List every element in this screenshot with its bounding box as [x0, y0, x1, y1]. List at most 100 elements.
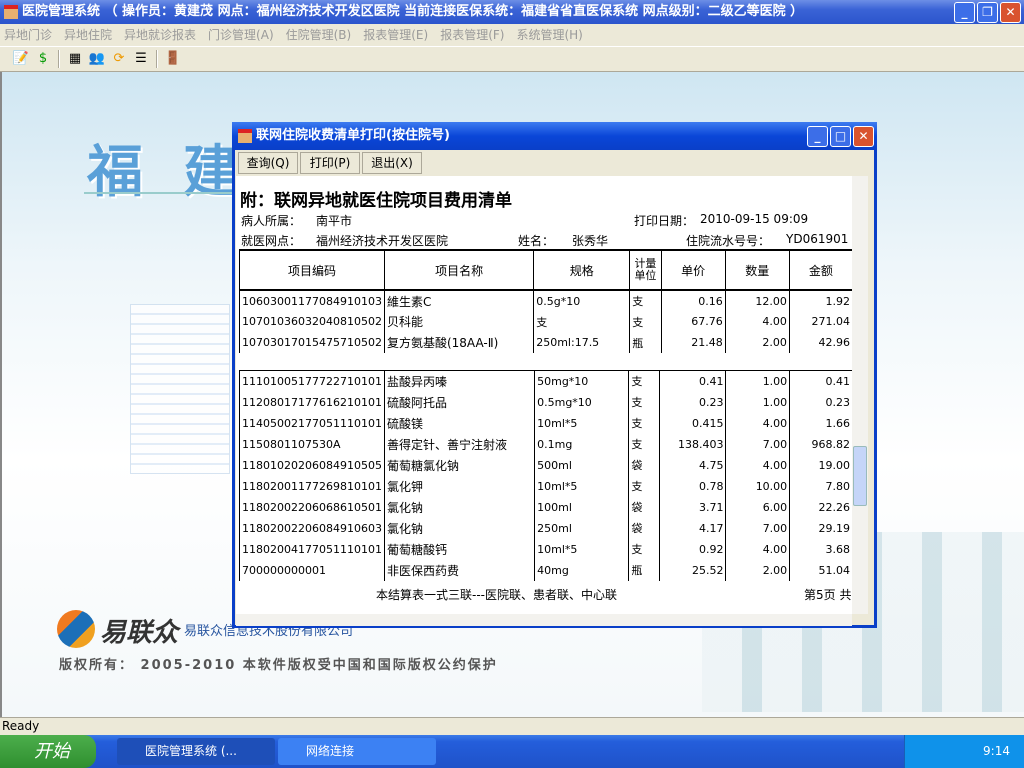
table-row: 11801020206084910505 葡萄糖氯化钠 500ml 袋 4.75 4.00… [239, 454, 852, 476]
table-cell: 0.16 [660, 290, 726, 311]
copyright: 版权所有： 2005-2010 本软件版权受中国和国际版权公约保护 [59, 658, 498, 673]
table-cell: 10703017015475710502 [239, 332, 385, 353]
table-cell: 100ml [534, 496, 629, 518]
table-cell: 11802002206084910603 [239, 517, 385, 539]
taskbar-item-hospital[interactable]: 医院管理系统 (... [117, 738, 275, 765]
table-cell: 50mg*10 [534, 370, 629, 392]
table-cell: 4.00 [725, 454, 790, 476]
menu-item[interactable]: 异地就诊报表 [124, 24, 196, 46]
table-cell: 500ml [534, 454, 629, 476]
table-row: 700000000001 非医保西药费 40mg 瓶 25.52 2.00 51.04 [239, 559, 852, 581]
minimize-button[interactable]: _ [807, 126, 828, 147]
table-cell: 42.96 [788, 332, 852, 353]
table-cell: 19.00 [789, 454, 852, 476]
calculator-icon[interactable]: ▦ [66, 50, 84, 68]
table-cell: 3.68 [789, 538, 852, 560]
system-tray: 9:14 [904, 735, 1024, 768]
table-row: 11802002206084910603 氯化钠 250ml 袋 4.17 7.00 29.… [239, 517, 852, 539]
table-cell: 袋 [628, 517, 660, 539]
scroll-thumb[interactable] [853, 446, 867, 506]
report-preview: 附：联网异地就医住院项目费用清单 病人所属： 南平市 打印日期： 2010-09… [236, 176, 852, 614]
vertical-scrollbar[interactable] [852, 176, 868, 614]
col-header: 单价 [660, 249, 726, 291]
table-cell: 支 [628, 412, 660, 434]
table-cell: 6.00 [725, 496, 790, 518]
clock: 9:14 [983, 744, 1010, 758]
table-cell: 葡萄糖酸钙 [383, 538, 535, 560]
list-icon[interactable]: ☰ [132, 50, 150, 68]
table-cell: 葡萄糖氯化钠 [383, 454, 535, 476]
col-header: 金额 [788, 249, 852, 291]
table-cell: 0.5mg*10 [534, 391, 629, 413]
table-cell: 瓶 [629, 332, 662, 353]
table-cell: 4.00 [725, 538, 790, 560]
menu-item[interactable]: 门诊管理(A) [208, 24, 274, 46]
table-cell: 10ml*5 [534, 538, 629, 560]
menu-item[interactable]: 系统管理(H) [516, 24, 582, 46]
serial-number: YD061901 [786, 232, 849, 246]
exit-door-icon[interactable]: 🚪 [164, 50, 182, 68]
app-title: 医院管理系统 （ 操作员：黄建茂 网点：福州经济技术开发区医院 当前连接医保系统… [22, 4, 804, 19]
table-cell: 袋 [628, 496, 660, 518]
table-cell: 10603001177084910103 [239, 290, 385, 311]
table-cell: 1150801107530A [239, 433, 385, 455]
table-cell: 968.82 [789, 433, 852, 455]
maximize-button[interactable]: □ [830, 126, 851, 147]
people-icon[interactable]: 👥 [88, 50, 106, 68]
page-number: 第5页 共 [804, 588, 852, 602]
menu-item[interactable]: 异地门诊 [4, 24, 52, 46]
table-cell: 支 [628, 370, 660, 392]
menu-item[interactable]: 异地住院 [64, 24, 112, 46]
toolbar: 📝 $ ▦ 👥 ⟳ ☰ 🚪 [0, 46, 1024, 72]
table-cell: 4.00 [725, 412, 790, 434]
close-button[interactable]: ✕ [1000, 2, 1021, 23]
table-cell: 11101005177722710101 [239, 370, 385, 392]
menu-bar: 异地门诊 异地住院 异地就诊报表 门诊管理(A) 住院管理(B) 报表管理(E)… [0, 24, 1024, 46]
taskbar: 开始 医院管理系统 (... 网络连接 9:14 [0, 735, 1024, 768]
table-cell: 0.41 [789, 370, 852, 392]
horizontal-scrollbar[interactable] [236, 614, 852, 626]
exit-button[interactable]: 退出(X) [362, 152, 422, 174]
close-button[interactable]: ✕ [853, 126, 874, 147]
query-button[interactable]: 查询(Q) [238, 152, 298, 174]
menu-item[interactable]: 报表管理(F) [440, 24, 504, 46]
taskbar-label: 医院管理系统 (... [145, 744, 237, 758]
logo-icon [57, 610, 95, 648]
patient-name: 张秀华 [572, 234, 609, 248]
table-cell: 1.66 [789, 412, 852, 434]
table-cell: 11801020206084910505 [239, 454, 385, 476]
table-cell: 盐酸异丙嗪 [383, 370, 535, 392]
table-cell: 10701036032040810502 [239, 311, 385, 332]
site: 福州经济技术开发区医院 [316, 234, 449, 248]
col-header: 计量单位 [629, 249, 662, 291]
minimize-button[interactable]: _ [954, 2, 975, 23]
table-cell: 10ml*5 [534, 412, 629, 434]
print-button[interactable]: 打印(P) [300, 152, 360, 174]
table-row: 11405002177051110101 硫酸镁 10ml*5 支 0.415 4.00 1… [239, 412, 852, 434]
table-cell: 3.71 [659, 496, 726, 518]
table-cell: 10.00 [725, 475, 790, 497]
table-cell: 250ml [534, 517, 629, 539]
table-cell: 4.75 [659, 454, 726, 476]
status-bar: Ready [0, 717, 1024, 735]
table-row: 11802002206068610501 氯化钠 100ml 袋 3.71 6.00 22.… [239, 496, 852, 518]
fee-table-bottom: 11101005177722710101 盐酸异丙嗪 50mg*10 支 0.41 1.0… [239, 370, 852, 581]
start-button[interactable]: 开始 [0, 735, 96, 768]
table-cell: 0.23 [789, 391, 852, 413]
taskbar-item-network[interactable]: 网络连接 [278, 738, 436, 765]
menu-item[interactable]: 报表管理(E) [363, 24, 428, 46]
table-cell: 271.04 [788, 311, 852, 332]
table-cell: 4.00 [724, 311, 790, 332]
menu-item[interactable]: 住院管理(B) [286, 24, 352, 46]
refresh-icon[interactable]: ⟳ [110, 50, 128, 68]
table-cell: 氯化钠 [383, 496, 535, 518]
col-header: 规格 [533, 249, 630, 291]
table-cell: 11405002177051110101 [239, 412, 385, 434]
print-dialog: 联网住院收费清单打印(按住院号) _ □ ✕ 查询(Q) 打印(P) 退出(X)… [232, 122, 877, 628]
restore-button[interactable]: ❐ [977, 2, 998, 23]
label: 姓名： [518, 234, 555, 248]
money-bag-icon[interactable]: $ [34, 50, 52, 68]
table-row: 10703017015475710502 复方氨基酸(18AA-Ⅱ) 250ml:1… [239, 332, 852, 353]
table-cell: 袋 [628, 454, 660, 476]
edit-icon[interactable]: 📝 [12, 50, 30, 68]
